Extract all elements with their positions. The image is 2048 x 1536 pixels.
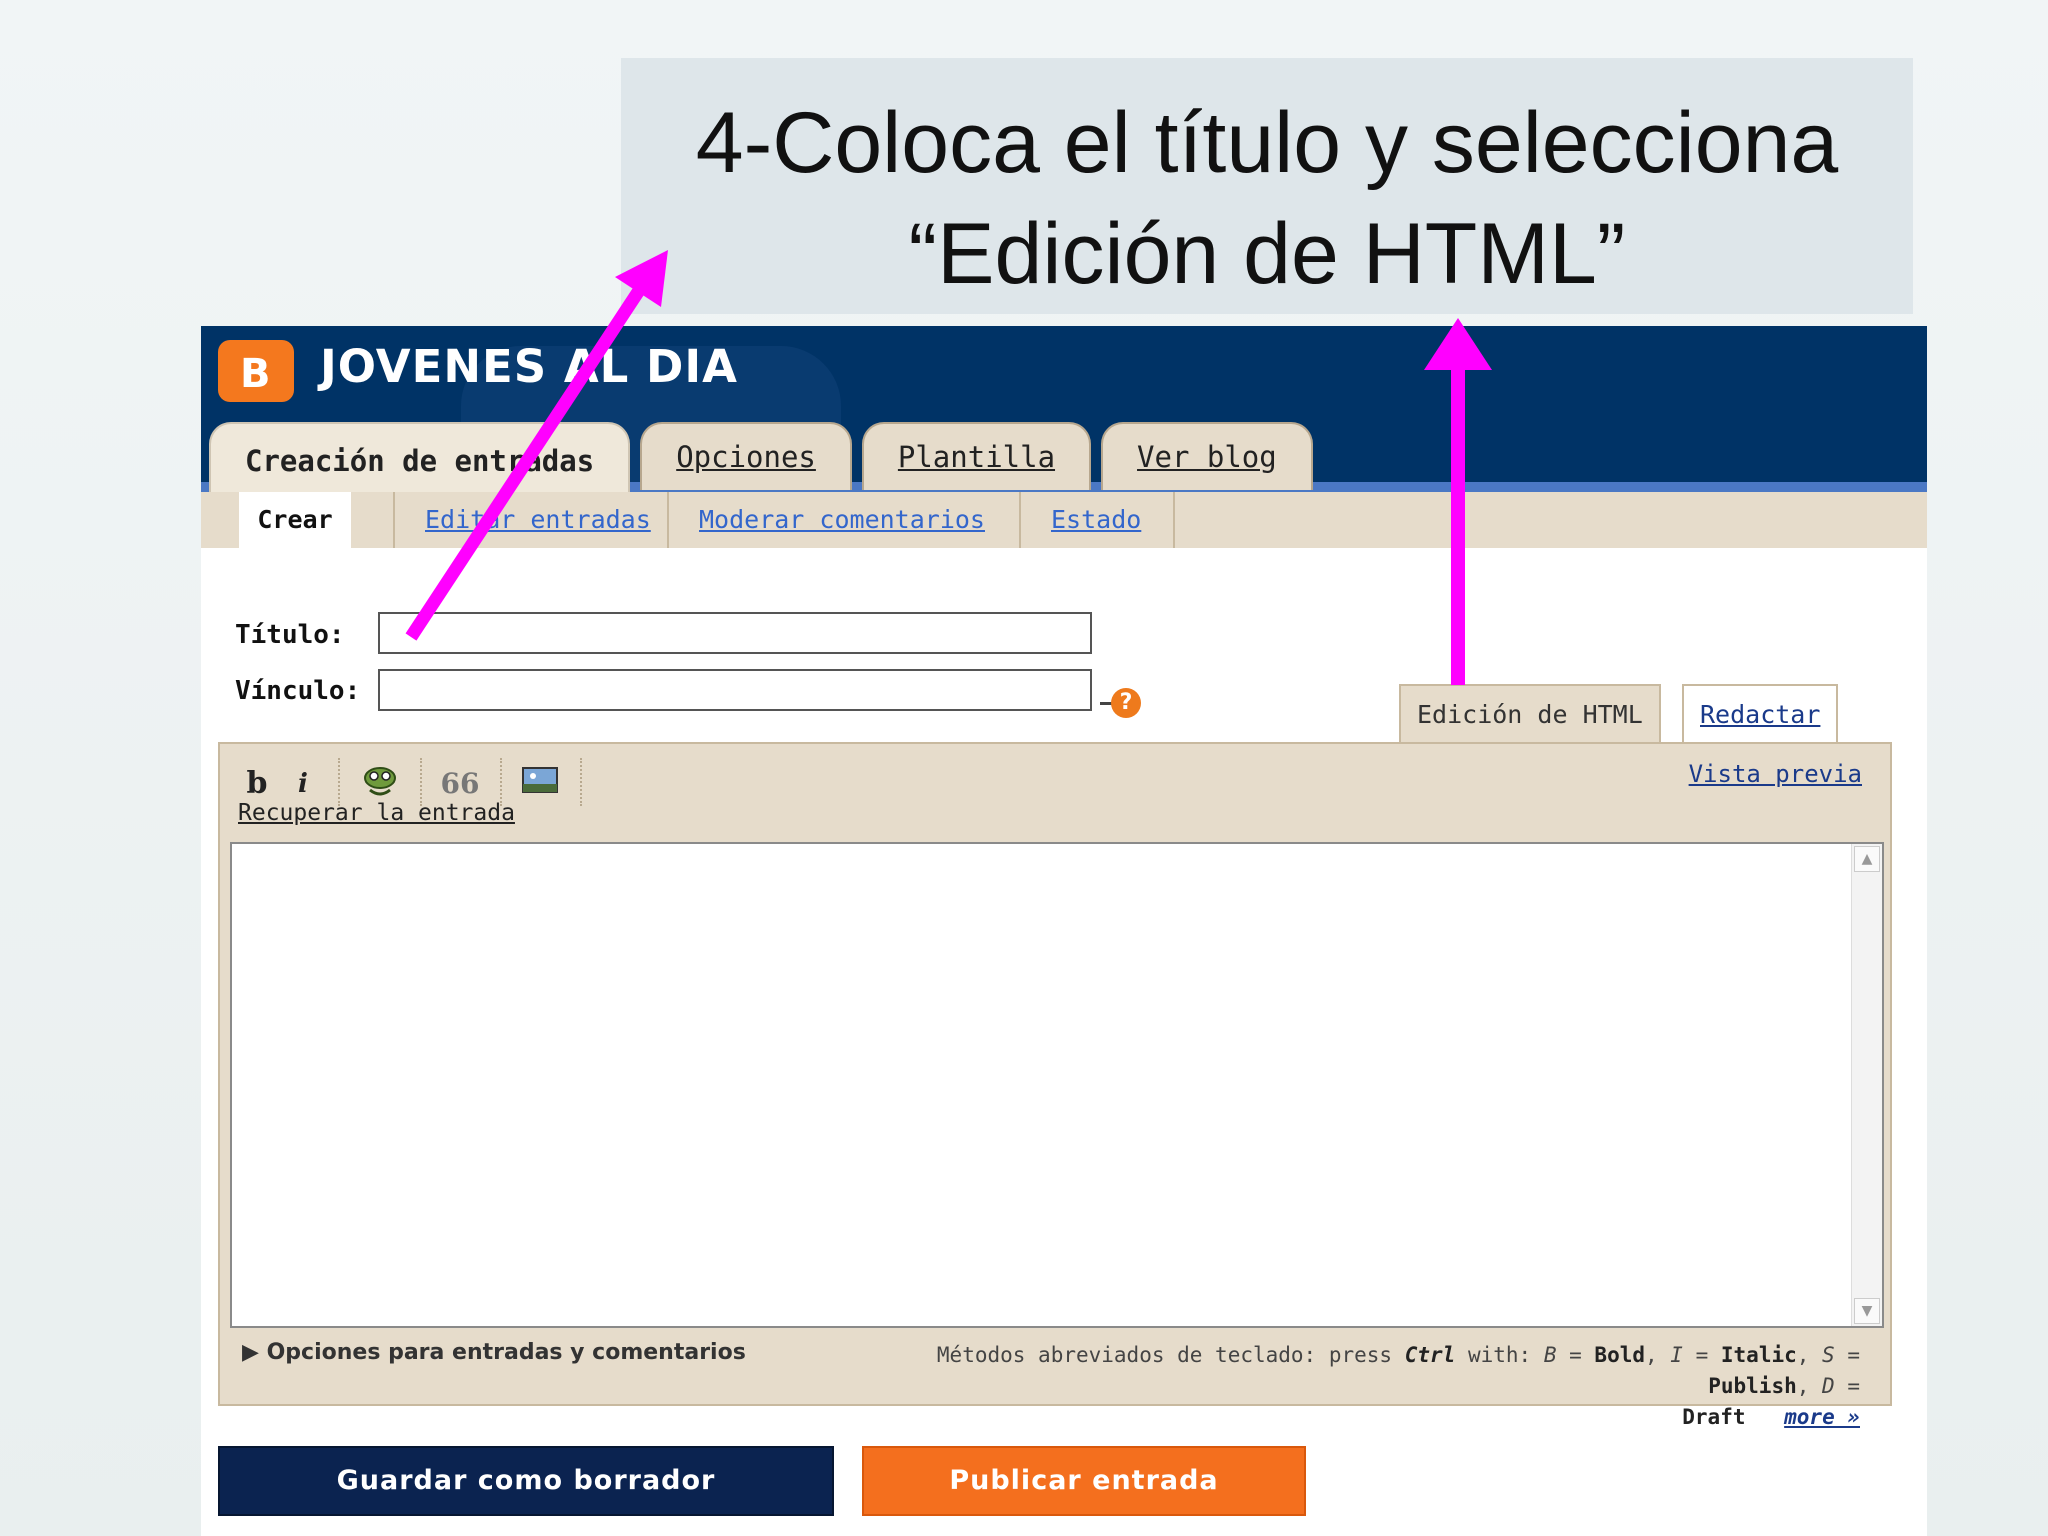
tab-ver-blog[interactable]: Ver blog: [1101, 422, 1313, 490]
tab-plantilla[interactable]: Plantilla: [861, 422, 1092, 490]
shortcut-b-key: B: [1543, 1343, 1557, 1367]
shortcut-s-key: S: [1822, 1343, 1835, 1367]
shortcut-i-key: I: [1670, 1343, 1683, 1367]
link-icon[interactable]: [358, 764, 402, 804]
scroll-up-icon[interactable]: ▲: [1854, 846, 1880, 872]
toolbar-separator: [580, 758, 582, 806]
subnav-moderar-comentarios[interactable]: Moderar comentarios: [667, 492, 1015, 548]
toolbar-separator: [420, 758, 422, 806]
subnav-divider: [1173, 492, 1175, 548]
slide-title-line-1: 4-Coloca el título y selecciona: [695, 95, 1839, 191]
textarea-scrollbar[interactable]: ▲ ▼: [1851, 844, 1882, 1326]
triangle-right-icon: ▶: [242, 1340, 259, 1365]
shortcuts-with: with:: [1467, 1343, 1532, 1367]
blogger-editor-window: B JOVENES AL DIA Creación de entradas Op…: [201, 326, 1927, 1536]
blog-name: JOVENES AL DIA: [320, 340, 738, 393]
slide-title-line-2: “Edición de HTML”: [908, 206, 1626, 302]
shortcut-b-action: Bold: [1594, 1343, 1645, 1367]
italic-button[interactable]: i: [288, 764, 318, 804]
title-label: Título:: [235, 620, 345, 650]
editor-panel: b i 66 Recuperar la entrada Vista previa: [218, 742, 1892, 1429]
publish-post-button[interactable]: Publicar entrada: [862, 1446, 1306, 1516]
toolbar-separator: [338, 758, 340, 806]
scroll-down-icon[interactable]: ▼: [1854, 1298, 1880, 1324]
recover-post-link[interactable]: Recuperar la entrada: [238, 800, 515, 826]
shortcut-d-action: Draft: [1682, 1405, 1746, 1429]
help-icon[interactable]: ?: [1111, 688, 1141, 718]
shortcut-d-key: D: [1822, 1374, 1835, 1398]
slide-title: 4-Coloca el título y selecciona “Edición…: [621, 58, 1913, 314]
blogger-logo-icon[interactable]: B: [218, 340, 294, 402]
blog-header: B JOVENES AL DIA Creación de entradas Op…: [201, 326, 1927, 498]
tab-creacion-de-entradas[interactable]: Creación de entradas: [209, 422, 631, 498]
tab-edicion-de-html[interactable]: Edición de HTML: [1399, 684, 1661, 748]
subnav-estado[interactable]: Estado: [1019, 492, 1171, 548]
tab-redactar[interactable]: Redactar: [1682, 684, 1839, 744]
sub-navigation: Crear Editar entradas Moderar comentario…: [201, 492, 1927, 548]
title-input[interactable]: [378, 612, 1092, 654]
link-label: Vínculo:: [235, 676, 361, 706]
quote-button[interactable]: 66: [440, 764, 480, 804]
bold-button[interactable]: b: [242, 764, 272, 804]
post-options-label: Opciones para entradas y comentarios: [266, 1340, 746, 1365]
toolbar-separator: [500, 758, 502, 806]
shortcut-s-action: Publish: [1708, 1374, 1797, 1398]
keyboard-shortcuts-hint: Métodos abreviados de teclado: press Ctr…: [936, 1343, 1860, 1429]
shortcuts-prefix: Métodos abreviados de teclado: press: [936, 1343, 1393, 1367]
main-tabs: Creación de entradas Opciones Plantilla …: [209, 422, 1313, 498]
shortcut-ctrl: Ctrl: [1404, 1343, 1456, 1367]
subnav-editar-entradas[interactable]: Editar entradas: [393, 492, 681, 548]
preview-link[interactable]: Vista previa: [1689, 760, 1862, 788]
link-input[interactable]: [378, 669, 1092, 711]
shortcut-i-action: Italic: [1720, 1343, 1797, 1367]
blogger-logo-letter: B: [240, 351, 271, 397]
image-icon[interactable]: [518, 764, 562, 804]
subnav-crear[interactable]: Crear: [239, 492, 351, 548]
post-body-textarea[interactable]: ▲ ▼: [230, 842, 1884, 1328]
save-draft-button[interactable]: Guardar como borrador: [218, 1446, 834, 1516]
tab-opciones[interactable]: Opciones: [640, 422, 852, 490]
post-options-toggle[interactable]: ▶ Opciones para entradas y comentarios: [242, 1340, 746, 1365]
shortcuts-more-link[interactable]: more »: [1784, 1405, 1860, 1429]
